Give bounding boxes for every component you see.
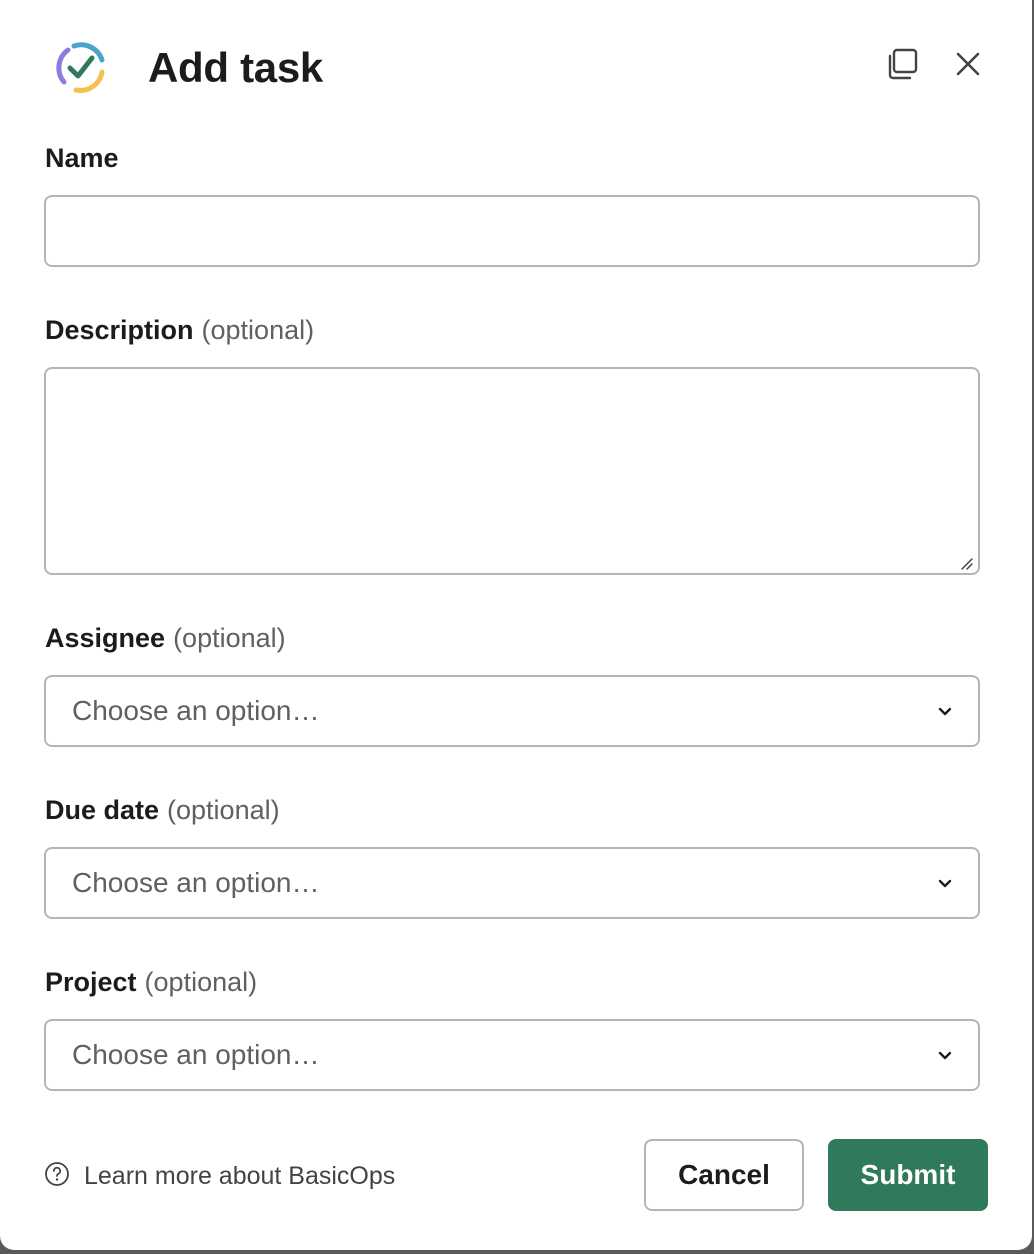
optional-text: (optional) (201, 315, 315, 345)
optional-text: (optional) (144, 967, 258, 997)
assignee-label-text: Assignee (45, 623, 166, 653)
basicops-logo-icon (50, 38, 110, 98)
due-date-select-placeholder: Choose an option… (72, 867, 320, 898)
close-icon (954, 50, 982, 83)
chevron-down-icon (936, 874, 954, 892)
question-circle-icon (44, 1161, 70, 1192)
cancel-button[interactable]: Cancel (644, 1139, 804, 1211)
expand-button[interactable] (880, 44, 924, 88)
name-label-text: Name (45, 143, 119, 173)
dialog-title: Add task (148, 44, 323, 91)
description-textarea[interactable] (44, 367, 980, 575)
project-label-text: Project (45, 967, 137, 997)
expand-window-icon (885, 47, 919, 86)
optional-text: (optional) (167, 795, 280, 825)
description-label: Description (optional) (45, 312, 314, 348)
submit-button[interactable]: Submit (828, 1139, 988, 1211)
description-label-text: Description (45, 315, 194, 345)
dialog-header: Add task (0, 0, 1032, 130)
optional-text: (optional) (173, 623, 286, 653)
resize-handle-icon[interactable] (958, 555, 974, 571)
name-input[interactable] (44, 195, 980, 267)
assignee-select-placeholder: Choose an option… (72, 695, 320, 726)
close-button[interactable] (946, 44, 990, 88)
project-label: Project (optional) (45, 964, 257, 1000)
assignee-label: Assignee (optional) (45, 620, 286, 656)
due-date-label-text: Due date (45, 795, 160, 825)
learn-more-link[interactable]: Learn more about BasicOps (44, 1158, 395, 1194)
due-date-select[interactable]: Choose an option… (44, 847, 980, 919)
assignee-select[interactable]: Choose an option… (44, 675, 980, 747)
learn-more-text: Learn more about BasicOps (84, 1161, 396, 1190)
add-task-dialog: Add task Name Description (optional) Ass… (0, 0, 1032, 1250)
name-label: Name (45, 140, 119, 176)
chevron-down-icon (936, 702, 954, 720)
chevron-down-icon (936, 1046, 954, 1064)
project-select[interactable]: Choose an option… (44, 1019, 980, 1091)
due-date-label: Due date (optional) (45, 792, 280, 828)
project-select-placeholder: Choose an option… (72, 1039, 320, 1070)
